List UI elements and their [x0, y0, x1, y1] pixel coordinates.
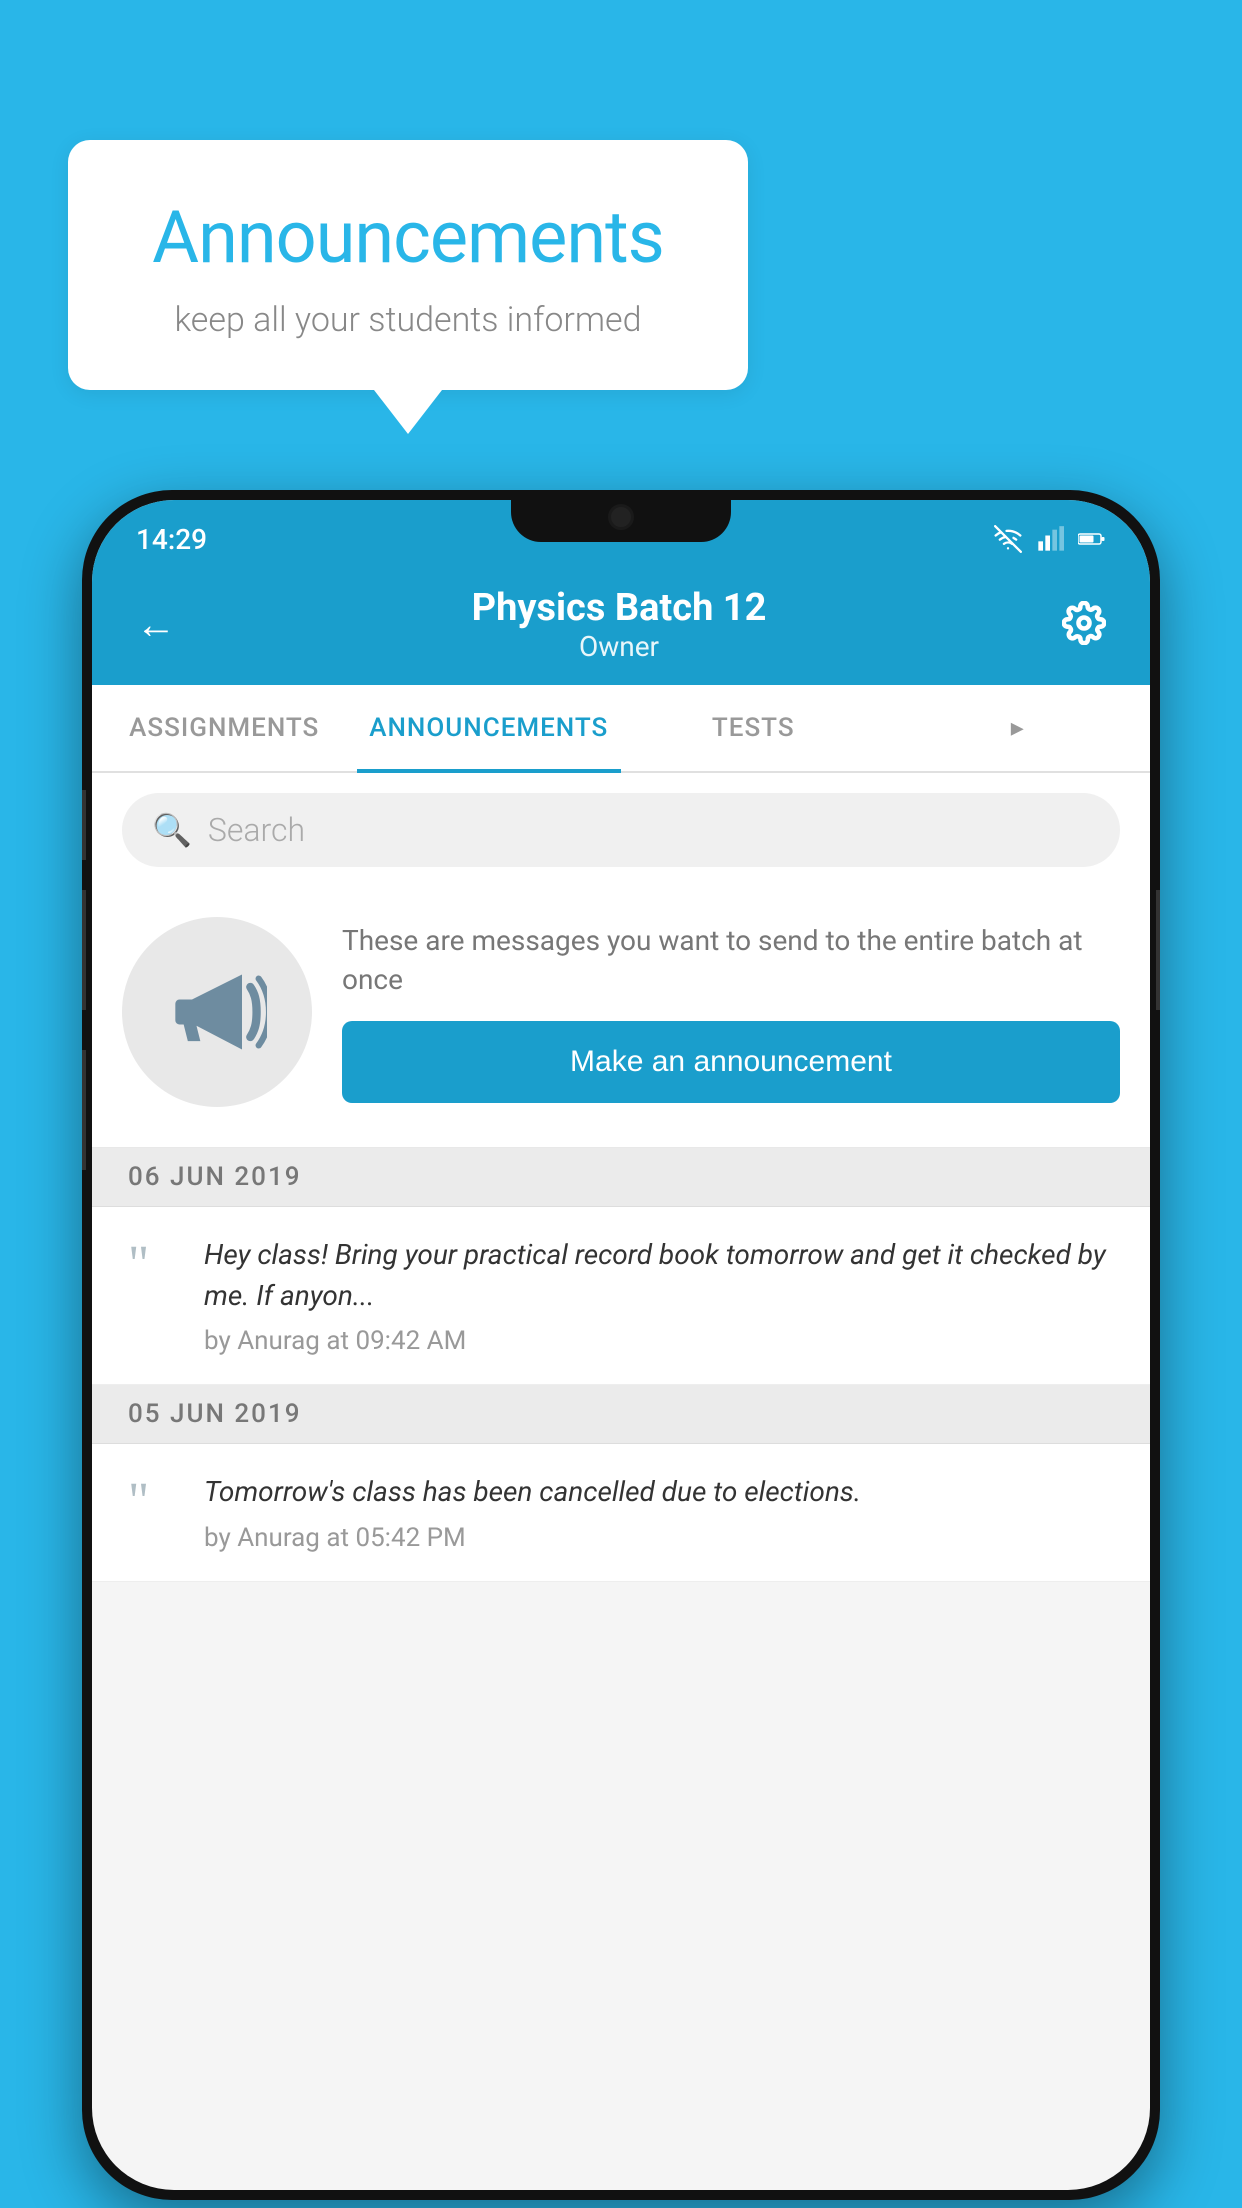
front-camera [608, 504, 634, 530]
wifi-icon [994, 525, 1022, 553]
announcement-item-2[interactable]: " Tomorrow's class has been cancelled du… [92, 1444, 1150, 1582]
quote-icon-2: " [128, 1476, 176, 1528]
speech-bubble-title: Announcements [128, 195, 688, 280]
tab-more[interactable]: ▸ [886, 685, 1151, 771]
signal-icon [1036, 525, 1064, 553]
speech-bubble: Announcements keep all your students inf… [68, 140, 748, 390]
app-header: ← Physics Batch 12 Owner [92, 568, 1150, 685]
back-button[interactable]: ← [136, 601, 176, 648]
make-announcement-button[interactable]: Make an announcement [342, 1021, 1120, 1103]
volume-down-button [82, 1050, 86, 1170]
gear-icon [1062, 601, 1106, 645]
quote-icon-1: " [128, 1239, 176, 1291]
announcement-text-2: Tomorrow's class has been cancelled due … [204, 1472, 1114, 1513]
announcement-meta-1: by Anurag at 09:42 AM [204, 1326, 1114, 1356]
cta-right: These are messages you want to send to t… [342, 921, 1120, 1103]
date-header-2: 05 JUN 2019 [92, 1385, 1150, 1444]
announcement-item-1[interactable]: " Hey class! Bring your practical record… [92, 1207, 1150, 1385]
header-title-group: Physics Batch 12 Owner [176, 586, 1062, 663]
owner-label: Owner [176, 630, 1062, 663]
announcement-text-1: Hey class! Bring your practical record b… [204, 1235, 1114, 1316]
announcement-icon-circle [122, 917, 312, 1107]
tab-assignments[interactable]: ASSIGNMENTS [92, 685, 357, 771]
tab-tests[interactable]: TESTS [621, 685, 886, 771]
phone-mockup: 14:29 [82, 490, 1160, 2200]
phone-frame: 14:29 [82, 490, 1160, 2200]
cta-description: These are messages you want to send to t… [342, 921, 1120, 999]
tab-announcements[interactable]: ANNOUNCEMENTS [357, 685, 622, 771]
date-header-1: 06 JUN 2019 [92, 1148, 1150, 1207]
volume-up-button [82, 890, 86, 1010]
search-icon: 🔍 [152, 811, 192, 849]
batch-title: Physics Batch 12 [176, 586, 1062, 630]
cta-section: These are messages you want to send to t… [92, 887, 1150, 1148]
status-icons [994, 525, 1106, 553]
search-bar[interactable]: 🔍 Search [122, 793, 1120, 867]
megaphone-icon [167, 962, 267, 1062]
tabs-bar: ASSIGNMENTS ANNOUNCEMENTS TESTS ▸ [92, 685, 1150, 773]
search-placeholder: Search [208, 811, 305, 849]
status-time: 14:29 [136, 523, 207, 556]
announcement-text-wrap-2: Tomorrow's class has been cancelled due … [204, 1472, 1114, 1553]
silent-button [82, 790, 86, 860]
speech-bubble-container: Announcements keep all your students inf… [68, 140, 748, 390]
power-button [1156, 890, 1160, 1010]
settings-button[interactable] [1062, 601, 1106, 649]
speech-bubble-subtitle: keep all your students informed [128, 300, 688, 340]
phone-notch [511, 490, 731, 542]
announcement-text-wrap-1: Hey class! Bring your practical record b… [204, 1235, 1114, 1356]
battery-icon [1078, 525, 1106, 553]
content-area: 🔍 Search These are messages you [92, 773, 1150, 1582]
phone-screen: 14:29 [92, 500, 1150, 2190]
announcement-meta-2: by Anurag at 05:42 PM [204, 1523, 1114, 1553]
